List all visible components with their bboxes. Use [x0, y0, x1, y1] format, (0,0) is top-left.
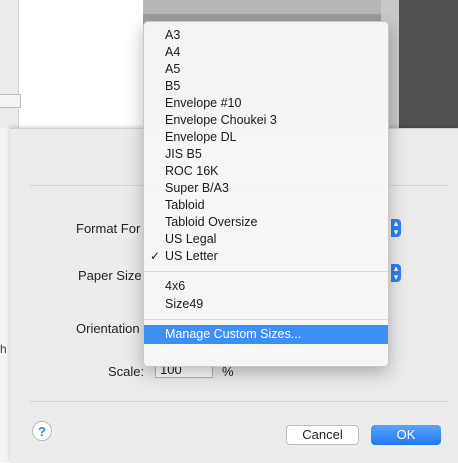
paper-size-label: Paper Size [78, 268, 142, 283]
menu-item-roc-16k[interactable]: ROC 16K [144, 163, 388, 180]
menu-item-a3[interactable]: A3 [144, 27, 388, 44]
background-preview-header [143, 0, 381, 14]
menu-item-label: Envelope Choukei 3 [165, 113, 277, 127]
menu-item-label: US Letter [165, 249, 218, 263]
paper-size-popup-arrow[interactable]: ▴ ▾ [391, 264, 401, 282]
menu-item-envelope-10[interactable]: Envelope #10 [144, 95, 388, 112]
menu-item-manage-custom-sizes[interactable]: Manage Custom Sizes... [144, 325, 388, 344]
paper-size-menu: A3 A4 A5 B5 Envelope #10 Envelope Chouke… [143, 21, 389, 367]
menu-item-label: 4x6 [165, 279, 186, 293]
menu-item-envelope-choukei-3[interactable]: Envelope Choukei 3 [144, 112, 388, 129]
menu-separator [144, 319, 388, 320]
menu-item-label: A5 [165, 62, 181, 76]
menu-item-label: Super B/A3 [165, 181, 229, 195]
background-edge-text: h [0, 342, 7, 356]
menu-item-label: US Legal [165, 232, 217, 246]
ok-button[interactable]: OK [371, 425, 441, 445]
menu-item-label: Envelope #10 [165, 96, 242, 110]
format-for-label: Format For [76, 221, 141, 236]
menu-separator [144, 271, 388, 272]
background-dark-panel [399, 0, 458, 128]
menu-item-label: Tabloid Oversize [165, 215, 258, 229]
menu-item-us-letter[interactable]: ✓ US Letter [144, 248, 388, 265]
menu-item-4x6[interactable]: 4x6 [144, 278, 388, 295]
separator [30, 401, 448, 402]
menu-item-b5[interactable]: B5 [144, 78, 388, 95]
menu-item-label: ROC 16K [165, 164, 219, 178]
menu-item-size49[interactable]: Size49 [144, 296, 388, 313]
menu-item-label: JIS B5 [165, 147, 202, 161]
menu-item-label: Envelope DL [165, 130, 237, 144]
help-button[interactable]: ? [32, 421, 52, 441]
menu-item-a5[interactable]: A5 [144, 61, 388, 78]
menu-item-label: Size49 [165, 297, 204, 311]
menu-item-tabloid[interactable]: Tabloid [144, 197, 388, 214]
menu-item-label: A3 [165, 28, 181, 42]
menu-item-label: B5 [165, 79, 181, 93]
checkmark-icon: ✓ [150, 249, 161, 263]
menu-item-tabloid-oversize[interactable]: Tabloid Oversize [144, 214, 388, 231]
background-control-stub [0, 94, 21, 108]
menu-item-label: Manage Custom Sizes... [165, 327, 302, 341]
scale-label: Scale: [108, 364, 145, 379]
menu-item-super-b-a3[interactable]: Super B/A3 [144, 180, 388, 197]
menu-item-label: Tabloid [165, 198, 205, 212]
orientation-label: Orientation [76, 321, 140, 336]
menu-item-envelope-dl[interactable]: Envelope DL [144, 129, 388, 146]
menu-item-a4[interactable]: A4 [144, 44, 388, 61]
background-window-area [18, 0, 143, 128]
menu-item-label: A4 [165, 45, 181, 59]
menu-item-us-legal[interactable]: US Legal [144, 231, 388, 248]
menu-item-jis-b5[interactable]: JIS B5 [144, 146, 388, 163]
background-left-edge: h [0, 128, 10, 462]
background-left-panel [0, 0, 19, 128]
format-for-popup-arrow[interactable]: ▴ ▾ [391, 219, 401, 237]
cancel-button[interactable]: Cancel [286, 425, 359, 445]
